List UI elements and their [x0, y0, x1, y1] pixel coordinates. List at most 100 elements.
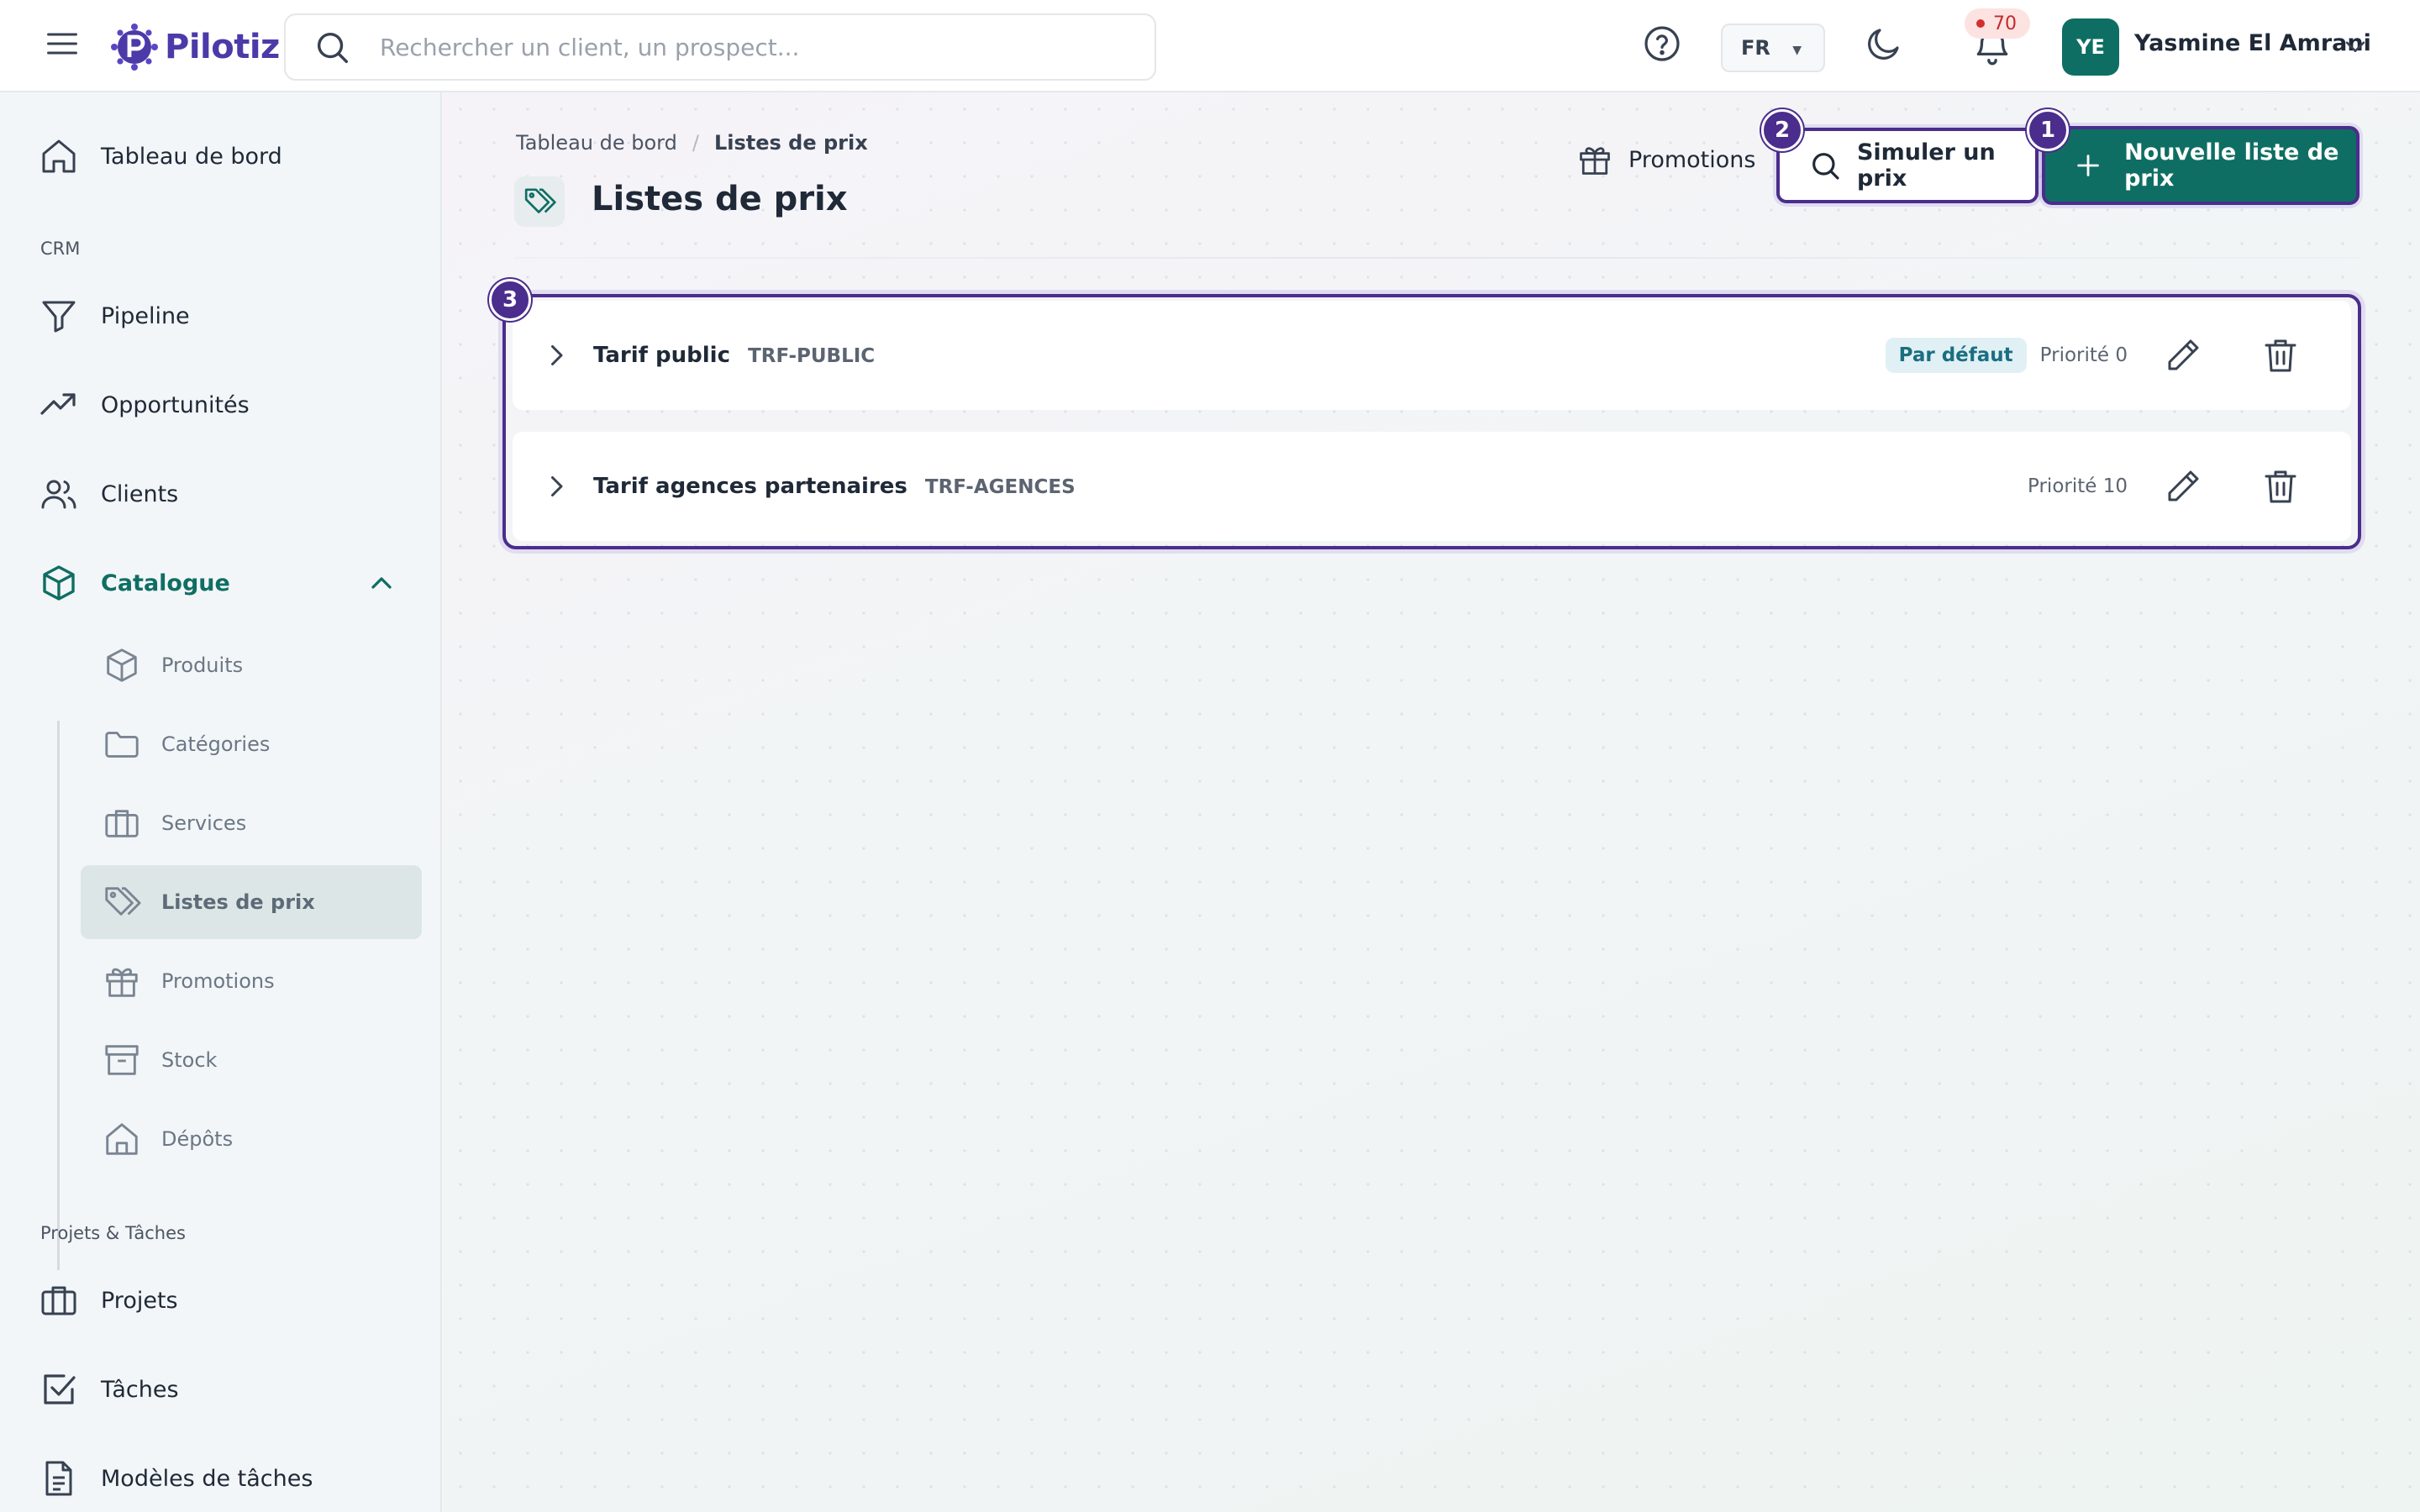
- language-value: FR: [1741, 36, 1770, 60]
- breadcrumb-separator: /: [692, 131, 699, 155]
- sidebar-subitem-label: Stock: [161, 1048, 218, 1072]
- chevron-up-icon[interactable]: [365, 566, 398, 600]
- cube-icon: [43, 565, 75, 601]
- sidebar-item-label: Modèles de tâches: [101, 1465, 313, 1492]
- sidebar-subitem-services[interactable]: Services: [81, 786, 422, 860]
- gift-icon: [1580, 147, 1610, 175]
- menu-icon[interactable]: [44, 25, 81, 62]
- price-list-code: TRF-AGENCES: [924, 476, 1076, 498]
- sidebar-subitem-label: Services: [161, 811, 247, 835]
- price-list-row[interactable]: Tarif public TRF-PUBLIC Par défaut Prior…: [513, 301, 2351, 410]
- annotation-badge-3: 3: [489, 279, 531, 321]
- tags-icon: [514, 176, 565, 227]
- header-divider: [514, 257, 2360, 259]
- trash-icon[interactable]: [2260, 466, 2301, 507]
- dark-mode-icon[interactable]: [1864, 24, 1904, 64]
- chevron-right-icon[interactable]: [541, 340, 571, 370]
- briefcase-icon: [41, 1286, 76, 1315]
- users-icon: [41, 480, 76, 509]
- simulate-price-label: Simuler un prix: [1856, 139, 1996, 192]
- logo-icon: [111, 24, 158, 71]
- gift-icon: [106, 968, 138, 997]
- sidebar-subitem-label: Produits: [161, 654, 244, 677]
- promotions-label: Promotions: [1628, 146, 1756, 173]
- sidebar-item-label: Catalogue: [101, 570, 230, 596]
- sidebar-item-label: Tableau de bord: [101, 143, 282, 170]
- price-list-name: Tarif public: [593, 343, 730, 368]
- row-actions: Par défaut Priorité 0: [1885, 335, 2351, 375]
- sidebar-item-label: Opportunités: [101, 391, 250, 418]
- trash-icon[interactable]: [2260, 335, 2301, 375]
- filter-icon: [42, 301, 76, 333]
- sidebar-subitem-produits[interactable]: Produits: [81, 628, 422, 702]
- price-list-name: Tarif agences partenaires: [593, 474, 908, 499]
- tags-icon: [105, 887, 141, 916]
- sidebar-item-task-templates[interactable]: Modèles de tâches: [0, 1445, 442, 1512]
- sidebar-subitem-categories[interactable]: Catégories: [81, 707, 422, 781]
- home-icon: [42, 139, 76, 173]
- plus-icon: [2077, 155, 2099, 176]
- row-actions: Priorité 10: [2028, 466, 2351, 507]
- notification-dot: [1976, 19, 1985, 28]
- global-search[interactable]: [284, 13, 1156, 81]
- help-icon[interactable]: [1642, 24, 1682, 64]
- breadcrumb: Tableau de bord / Listes de prix: [516, 131, 868, 155]
- sidebar-subitem-price-lists[interactable]: Listes de prix: [81, 865, 422, 939]
- annotation-badge-1: 1: [2027, 109, 2069, 151]
- promotions-button[interactable]: Promotions: [1576, 141, 1755, 178]
- briefcase-icon: [105, 810, 139, 837]
- sidebar-item-label: Pipeline: [101, 302, 190, 329]
- price-list-code: TRF-PUBLIC: [748, 345, 876, 367]
- folder-icon: [105, 732, 139, 758]
- brand-logo[interactable]: Pilotiz: [109, 22, 280, 72]
- sidebar-subitem-stock[interactable]: Stock: [81, 1023, 422, 1097]
- brand-name: Pilotiz: [165, 28, 280, 66]
- breadcrumb-root[interactable]: Tableau de bord: [516, 131, 677, 155]
- sidebar-item-dashboard[interactable]: Tableau de bord: [0, 123, 442, 190]
- edit-icon[interactable]: [2163, 466, 2203, 507]
- section-label-crm: CRM: [40, 239, 81, 259]
- sidebar-item-tasks[interactable]: Tâches: [0, 1356, 442, 1423]
- notification-badge[interactable]: 70: [1965, 8, 2030, 39]
- top-bar: Pilotiz FR ▼ 70 YE Yasmine El Amrani: [0, 0, 2420, 92]
- search-icon: [317, 32, 348, 63]
- section-label-projects: Projets & Tâches: [40, 1223, 186, 1243]
- sidebar-subitem-label: Promotions: [161, 969, 275, 993]
- cube-icon: [107, 648, 137, 682]
- edit-icon[interactable]: [2163, 335, 2203, 375]
- default-badge: Par défaut: [1885, 338, 2027, 373]
- sidebar-item-label: Tâches: [101, 1376, 179, 1403]
- sidebar-item-pipeline[interactable]: Pipeline: [0, 282, 442, 349]
- sidebar-subitem-depots[interactable]: Dépôts: [81, 1102, 422, 1176]
- sidebar-subitem-label: Listes de prix: [161, 890, 315, 914]
- price-list-title: Tarif agences partenaires TRF-AGENCES: [593, 474, 1076, 499]
- chevron-right-icon[interactable]: [541, 471, 571, 501]
- priority-label: Priorité 10: [2028, 475, 2128, 497]
- language-select[interactable]: FR ▼: [1721, 24, 1825, 72]
- sidebar-subitem-label: Dépôts: [161, 1127, 234, 1151]
- search-input[interactable]: [380, 33, 1119, 61]
- simulate-price-button[interactable]: Simuler un prix: [1776, 128, 2039, 203]
- sidebar-item-catalogue[interactable]: Catalogue: [0, 549, 442, 617]
- document-icon: [45, 1461, 72, 1496]
- sidebar-item-projects[interactable]: Projets: [0, 1267, 442, 1334]
- sidebar-item-opportunities[interactable]: Opportunités: [0, 371, 442, 438]
- trending-up-icon: [40, 393, 76, 415]
- breadcrumb-current: Listes de prix: [713, 131, 868, 155]
- user-name[interactable]: Yasmine El Amrani: [2134, 30, 2371, 56]
- submenu-guide: [57, 721, 60, 1270]
- sidebar-item-clients[interactable]: Clients: [0, 460, 442, 528]
- caret-down-icon: ▼: [1792, 44, 1802, 57]
- sidebar-subitem-promotions[interactable]: Promotions: [81, 944, 422, 1018]
- price-list-row[interactable]: Tarif agences partenaires TRF-AGENCES Pr…: [513, 432, 2351, 541]
- sidebar-subitem-label: Catégories: [161, 732, 271, 756]
- chevron-down-icon[interactable]: [2341, 32, 2370, 60]
- new-price-list-button[interactable]: Nouvelle liste de prix: [2042, 126, 2360, 205]
- annotation-badge-2: 2: [1761, 109, 1803, 151]
- priority-label: Priorité 0: [2039, 344, 2128, 366]
- sidebar-item-label: Clients: [101, 480, 179, 507]
- warehouse-icon: [106, 1123, 138, 1155]
- avatar[interactable]: YE: [2062, 18, 2119, 76]
- new-price-list-label: Nouvelle liste de prix: [2124, 139, 2339, 192]
- notification-count: 70: [1993, 13, 2017, 34]
